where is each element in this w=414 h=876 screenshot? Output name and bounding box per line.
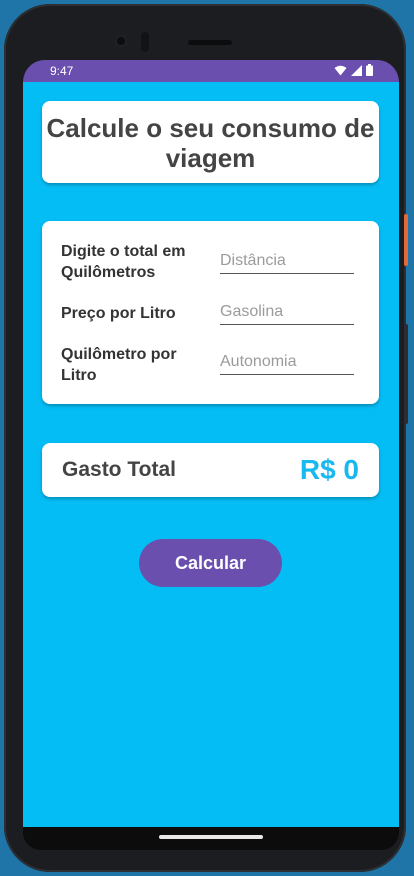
front-camera — [114, 34, 128, 48]
page-title-line2: viagem — [165, 143, 256, 173]
earpiece-speaker — [188, 40, 232, 45]
app-content: Calcule o seu consumo de viagem Digite o… — [23, 82, 399, 827]
distance-label-line1: Digite o total em — [61, 243, 186, 260]
input-form-card: Digite o total em Quilômetros Distância … — [42, 221, 379, 404]
navigation-bar — [23, 827, 399, 850]
status-bar: 9:47 — [23, 60, 399, 82]
status-time: 9:47 — [50, 64, 74, 78]
autonomy-label-line1: Quilômetro por — [61, 346, 177, 363]
page-title-line1: Calcule o seu consumo de — [46, 113, 375, 143]
autonomy-label: Quilômetro por Litro — [61, 344, 201, 386]
proximity-sensor — [141, 32, 149, 52]
fuel-price-label-line1: Preço por Litro — [61, 305, 176, 322]
distance-input[interactable]: Distância — [220, 252, 354, 274]
screen: 9:47 Calcule o seu consumo de viagem Dig… — [23, 60, 399, 850]
autonomy-input[interactable]: Autonomia — [220, 353, 354, 375]
cellular-signal-icon — [351, 64, 362, 76]
total-label: Gasto Total — [62, 458, 176, 481]
home-gesture-handle[interactable] — [159, 835, 263, 839]
distance-label: Digite o total em Quilômetros — [61, 241, 201, 283]
calculate-button[interactable]: Calcular — [139, 539, 282, 587]
title-card: Calcule o seu consumo de viagem — [42, 101, 379, 183]
autonomy-label-line2: Litro — [61, 367, 97, 384]
total-value: R$ 0 — [299, 454, 359, 485]
page-title: Calcule o seu consumo de viagem — [42, 113, 379, 173]
power-button — [404, 214, 408, 266]
battery-icon — [366, 64, 373, 76]
total-card: Gasto Total R$ 0 — [42, 443, 379, 497]
fuel-price-label: Preço por Litro — [61, 303, 201, 324]
status-icons — [334, 64, 373, 76]
volume-button — [404, 324, 408, 424]
wifi-icon — [334, 65, 347, 75]
distance-label-line2: Quilômetros — [61, 264, 156, 281]
phone-frame: 9:47 Calcule o seu consumo de viagem Dig… — [4, 4, 408, 872]
fuel-price-input[interactable]: Gasolina — [220, 303, 354, 325]
